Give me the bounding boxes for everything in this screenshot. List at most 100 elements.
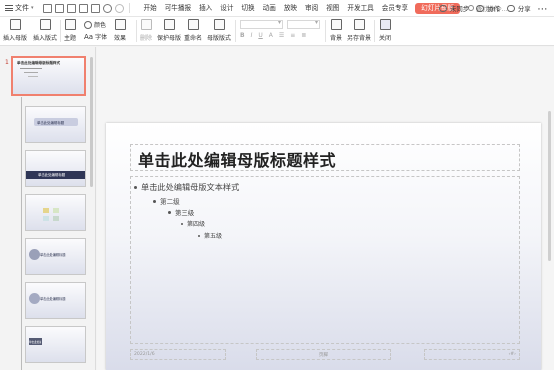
bold-button[interactable]: B (240, 32, 245, 39)
rename-icon (187, 19, 199, 30)
master-slide[interactable]: 单击此处编辑母版标题样式 单击此处编辑母版文本样式 第二级 第三级 第四级 第五… (106, 123, 541, 370)
open-icon[interactable] (42, 3, 52, 13)
insert-layout-label: 插入版式 (33, 35, 58, 42)
layout-thumbnail[interactable] (25, 194, 86, 231)
thumbnail-title: 单击此处编辑标题 (38, 173, 66, 177)
ribbon-divider (235, 20, 236, 42)
tab-home[interactable]: 开始 (140, 0, 161, 17)
layout-thumbnail[interactable]: 单击此处编辑标题 (25, 106, 86, 143)
underline-button[interactable]: U (258, 32, 262, 39)
layout-thumbnail[interactable]: 单击此处编辑标题 (25, 238, 86, 275)
tab-transition[interactable]: 切换 (237, 0, 258, 17)
close-master-button[interactable]: 关闭 (379, 19, 391, 42)
rename-button[interactable]: 重命名 (184, 19, 202, 42)
bullet-icon (168, 211, 171, 214)
background-button[interactable]: 背景 (330, 19, 342, 42)
share-button[interactable]: 分享 (506, 4, 531, 13)
tab-review[interactable]: 审阅 (301, 0, 322, 17)
ribbon-tabs: 开始 可牛播报 插入 设计 切换 动画 放映 审阅 视图 开发工具 会员专享 幻… (140, 0, 461, 17)
preserve-label: 保护母版 (157, 35, 182, 42)
file-menu[interactable]: 文件 ▾ (2, 2, 37, 15)
font-family-select[interactable] (240, 19, 283, 29)
sync-button[interactable]: 未同步 (438, 4, 470, 13)
body-placeholder[interactable]: 单击此处编辑母版文本样式 第二级 第三级 第四级 第五级 (130, 176, 520, 344)
fonts-label: 字体 (95, 34, 108, 41)
font-size-select[interactable] (287, 19, 320, 29)
scrollbar-thumb[interactable] (90, 57, 93, 187)
text-level-3: 第三级 (168, 208, 194, 217)
thumbnail-box (53, 208, 59, 213)
share-label: 分享 (517, 5, 531, 13)
tab-slideshow[interactable]: 放映 (280, 0, 301, 17)
background-label: 背景 (330, 35, 343, 42)
collab-label: 协作 (487, 5, 500, 13)
quick-access-toolbar (42, 3, 132, 13)
date-placeholder[interactable]: 2022/1/6 (130, 349, 226, 360)
master-layout-button[interactable]: 母版版式 (207, 19, 231, 42)
editing-canvas: 单击此处编辑母版标题样式 单击此处编辑母版文本样式 第二级 第三级 第四级 第五… (97, 47, 554, 370)
tab-animation[interactable]: 动画 (259, 0, 280, 17)
level-5-label: 第五级 (204, 233, 223, 240)
effects-button[interactable]: 效果 (114, 19, 126, 42)
collab-button[interactable]: 协作 (476, 4, 500, 13)
footer-number: ‹#› (508, 352, 516, 357)
tab-developer[interactable]: 开发工具 (343, 0, 377, 17)
redo-icon[interactable] (114, 3, 124, 13)
tab-view[interactable]: 视图 (322, 0, 343, 17)
undo-icon[interactable] (102, 3, 112, 13)
thumbnail-circle (29, 293, 40, 304)
scrollbar-thumb[interactable] (548, 111, 551, 261)
background-icon (330, 19, 342, 30)
layout-thumbnail[interactable]: 单击此处编辑标题 (25, 150, 86, 187)
theme-button[interactable]: 主题 (64, 19, 76, 42)
canvas-scrollbar[interactable] (548, 51, 552, 367)
file-menu-label: 文件 (15, 4, 29, 12)
insert-master-button[interactable]: 插入母版 (3, 19, 27, 42)
bullet-icon (181, 222, 183, 225)
text-level-4: 第四级 (181, 219, 205, 228)
tab-insert[interactable]: 插入 (195, 0, 216, 17)
sync-label: 未同步 (449, 5, 470, 13)
indent-icon[interactable]: ≣ (301, 32, 306, 39)
ribbon: 插入母版 插入版式 主题 颜色 Aa 字体 效果 删除 保护母版 重命名 母版版式… (0, 17, 554, 46)
align-icon[interactable]: ≡ (290, 32, 295, 39)
delete-button[interactable]: 删除 (140, 19, 152, 42)
master-thumbnail[interactable]: 单击此处编辑母版标题样式 (11, 56, 86, 96)
tab-broadcast[interactable]: 可牛播报 (161, 0, 195, 17)
menu-right: 未同步 协作 分享 ··· (438, 0, 548, 17)
preview-icon[interactable] (78, 3, 88, 13)
print-icon[interactable] (66, 3, 76, 13)
close-label: 关闭 (379, 35, 392, 42)
save-background-button[interactable]: 另存背景 (347, 19, 371, 42)
text-level-1: 单击此处编辑母版文本样式 (134, 181, 239, 193)
colors-button[interactable]: 颜色 (84, 20, 106, 29)
ribbon-divider (60, 20, 61, 42)
layout-thumbnail[interactable]: 单击此处编辑标题 (25, 282, 86, 319)
effects-icon (114, 19, 126, 30)
colors-label: 颜色 (94, 22, 107, 29)
fonts-button[interactable]: Aa 字体 (84, 32, 108, 42)
font-color-icon[interactable]: A (269, 32, 273, 39)
insert-master-icon (9, 19, 21, 30)
master-layout-label: 母版版式 (207, 35, 232, 42)
cloud-icon (438, 5, 447, 12)
effects-label: 效果 (114, 35, 127, 42)
footer-placeholder[interactable]: 页脚 (256, 349, 391, 360)
thumbnail-line (24, 72, 38, 73)
preserve-icon (163, 19, 175, 30)
thumbnail-scrollbar[interactable] (90, 49, 94, 369)
insert-layout-button[interactable]: 插入版式 (33, 19, 57, 42)
layout-thumbnail[interactable]: 单击此处编辑标题 (25, 326, 86, 363)
title-placeholder[interactable]: 单击此处编辑母版标题样式 (130, 144, 520, 171)
tab-design[interactable]: 设计 (216, 0, 237, 17)
italic-button[interactable]: I (251, 32, 253, 39)
slide-number-placeholder[interactable]: ‹#› (424, 349, 520, 360)
tab-member[interactable]: 会员专享 (378, 0, 412, 17)
list-icon[interactable]: ☰ (279, 32, 284, 39)
export-icon[interactable] (90, 3, 100, 13)
more-button[interactable]: ··· (538, 5, 548, 13)
save-icon[interactable] (54, 3, 64, 13)
thumbnail-title: 单击此处编辑标题 (37, 121, 65, 125)
text-level-5: 第五级 (198, 231, 222, 240)
preserve-master-button[interactable]: 保护母版 (157, 19, 181, 42)
